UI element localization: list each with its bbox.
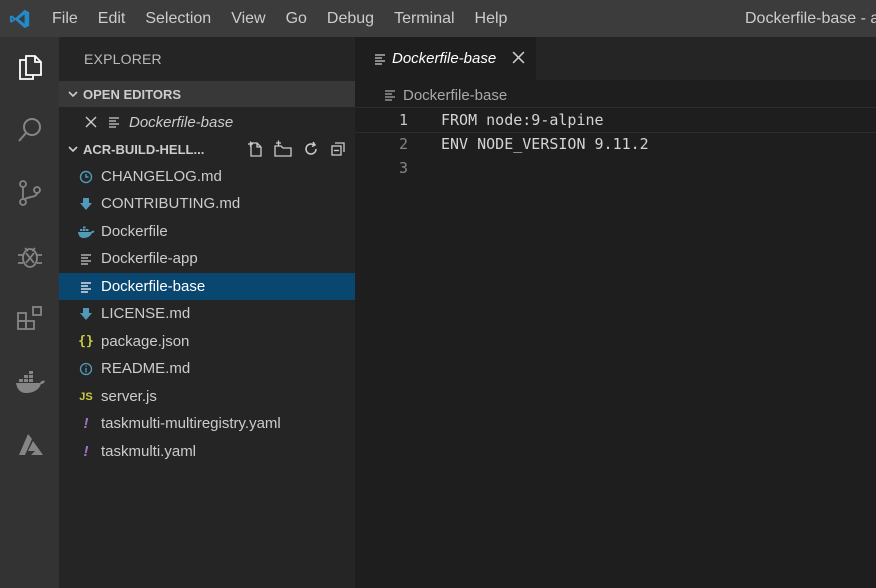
- code-text: ENV NODE_VERSION 9.11.2: [441, 135, 649, 153]
- file-item-license[interactable]: LICENSE.md: [59, 300, 355, 327]
- file-lines-icon: [103, 116, 125, 128]
- menu-bar: File Edit Selection View Go Debug Termin…: [42, 0, 517, 37]
- vscode-logo-icon: [0, 0, 40, 37]
- close-icon[interactable]: [85, 116, 99, 128]
- breadcrumb-label: Dockerfile-base: [403, 86, 508, 104]
- download-arrow-icon: [75, 307, 97, 321]
- file-label: server.js: [101, 388, 157, 405]
- code-text: FROM node:9-alpine: [441, 111, 604, 129]
- exclamation-icon: !: [83, 415, 89, 432]
- menu-terminal[interactable]: Terminal: [384, 0, 464, 37]
- file-label: Dockerfile: [101, 223, 168, 240]
- code-line[interactable]: 1 FROM node:9-alpine: [355, 107, 876, 133]
- file-item-contributing[interactable]: CONTRIBUTING.md: [59, 190, 355, 217]
- folder-actions: [246, 136, 347, 162]
- refresh-icon[interactable]: [302, 140, 320, 158]
- open-editor-label: Dockerfile-base: [129, 113, 234, 131]
- file-lines-icon: [373, 53, 387, 65]
- chevron-down-icon: [63, 88, 83, 100]
- code-line[interactable]: 3: [355, 156, 876, 180]
- azure-icon[interactable]: [0, 420, 59, 470]
- code-editor[interactable]: 1 FROM node:9-alpine 2 ENV NODE_VERSION …: [355, 106, 876, 588]
- info-icon: [75, 362, 97, 376]
- file-label: taskmulti-multiregistry.yaml: [101, 415, 281, 432]
- chevron-down-icon: [63, 143, 83, 155]
- file-label: taskmulti.yaml: [101, 443, 197, 460]
- file-item-changelog[interactable]: CHANGELOG.md: [59, 163, 355, 190]
- title-bar: File Edit Selection View Go Debug Termin…: [0, 0, 876, 37]
- extensions-icon[interactable]: [0, 294, 59, 344]
- download-arrow-icon: [75, 197, 97, 211]
- docker-icon[interactable]: [0, 357, 59, 407]
- file-label: Dockerfile-app: [101, 250, 198, 267]
- json-braces-icon: {}: [78, 334, 94, 349]
- tab-dockerfile-base[interactable]: Dockerfile-base: [355, 37, 536, 80]
- exclamation-icon: !: [83, 443, 89, 460]
- file-label: Dockerfile-base: [101, 278, 206, 295]
- menu-selection[interactable]: Selection: [135, 0, 221, 37]
- file-label: CONTRIBUTING.md: [101, 195, 241, 212]
- window-title: Dockerfile-base - ac: [745, 10, 876, 27]
- menu-go[interactable]: Go: [276, 0, 317, 37]
- menu-view[interactable]: View: [221, 0, 275, 37]
- clock-icon: [75, 170, 97, 184]
- file-item-package-json[interactable]: {} package.json: [59, 328, 355, 355]
- docker-whale-icon: [75, 225, 97, 239]
- sidebar-title: EXPLORER: [84, 51, 162, 67]
- file-item-dockerfile-app[interactable]: Dockerfile-app: [59, 245, 355, 272]
- file-item-taskmulti-multiregistry[interactable]: ! taskmulti-multiregistry.yaml: [59, 410, 355, 437]
- file-lines-icon: [75, 253, 97, 265]
- collapse-all-icon[interactable]: [329, 140, 347, 158]
- activity-bar: [0, 37, 59, 588]
- tab-label: Dockerfile-base: [392, 50, 497, 67]
- open-editors-header[interactable]: OPEN EDITORS: [59, 81, 355, 107]
- new-file-icon[interactable]: [246, 140, 264, 158]
- file-label: LICENSE.md: [101, 305, 191, 322]
- editor-tab-bar: Dockerfile-base: [355, 37, 876, 80]
- explorer-icon[interactable]: [0, 42, 59, 92]
- menu-debug[interactable]: Debug: [317, 0, 384, 37]
- folder-label: ACR-BUILD-HELL...: [83, 141, 205, 157]
- file-item-server-js[interactable]: JS server.js: [59, 383, 355, 410]
- file-lines-icon: [383, 89, 397, 101]
- debug-icon[interactable]: [0, 231, 59, 281]
- search-icon[interactable]: [0, 105, 59, 155]
- breadcrumb[interactable]: Dockerfile-base: [383, 84, 507, 106]
- file-label: CHANGELOG.md: [101, 168, 222, 185]
- line-number: 3: [398, 159, 408, 177]
- file-item-readme[interactable]: README.md: [59, 355, 355, 382]
- open-editors-label: OPEN EDITORS: [83, 86, 182, 102]
- close-icon[interactable]: [512, 51, 525, 69]
- menu-edit[interactable]: Edit: [88, 0, 136, 37]
- folder-header[interactable]: ACR-BUILD-HELL...: [59, 136, 355, 162]
- file-item-dockerfile-base[interactable]: Dockerfile-base: [59, 273, 355, 300]
- new-folder-icon[interactable]: [273, 140, 293, 158]
- line-number: 1: [398, 111, 408, 129]
- explorer-sidebar: EXPLORER OPEN EDITORS Dockerfile-base AC…: [59, 37, 355, 588]
- file-label: README.md: [101, 360, 191, 377]
- line-number: 2: [398, 135, 408, 153]
- file-label: package.json: [101, 333, 190, 350]
- file-item-taskmulti[interactable]: ! taskmulti.yaml: [59, 438, 355, 465]
- file-item-dockerfile[interactable]: Dockerfile: [59, 218, 355, 245]
- file-lines-icon: [75, 281, 97, 293]
- js-icon: JS: [79, 390, 93, 403]
- code-line[interactable]: 2 ENV NODE_VERSION 9.11.2: [355, 132, 876, 156]
- menu-help[interactable]: Help: [465, 0, 518, 37]
- source-control-icon[interactable]: [0, 168, 59, 218]
- menu-file[interactable]: File: [42, 0, 88, 37]
- open-editor-item[interactable]: Dockerfile-base: [59, 108, 355, 136]
